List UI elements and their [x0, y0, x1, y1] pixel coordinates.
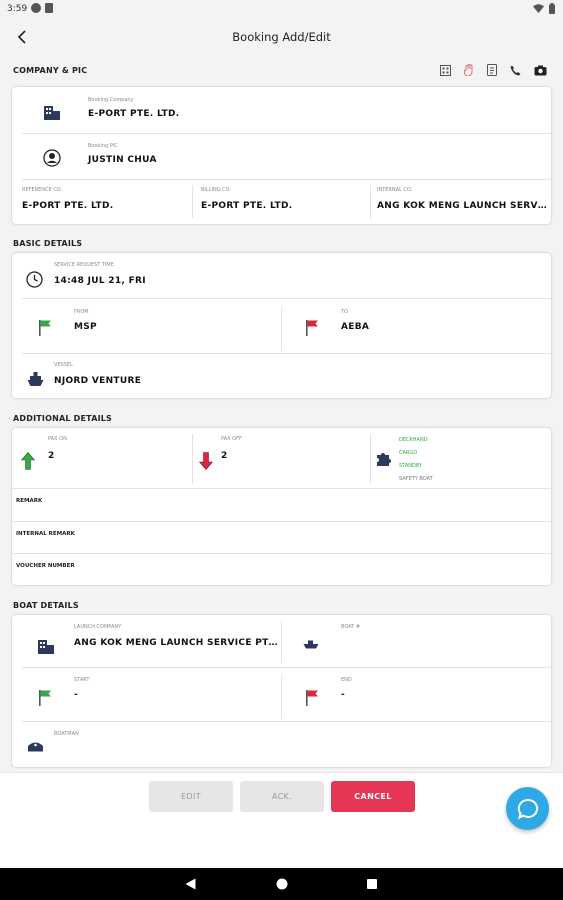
- wifi-icon: [533, 4, 544, 13]
- to-value[interactable]: AEBA: [341, 322, 369, 332]
- company-card: Booking Company E-PORT PTE. LTD. Booking…: [12, 87, 551, 224]
- ship-icon: [27, 372, 44, 386]
- document-icon[interactable]: [487, 64, 497, 76]
- battery-icon: [549, 3, 555, 14]
- reference-co-value[interactable]: E-PORT PTE. LTD.: [22, 201, 113, 211]
- voucher-number-field[interactable]: VOUCHER NUMBER: [16, 563, 75, 569]
- remark-field[interactable]: REMARK: [16, 498, 42, 504]
- launch-company-label: LAUNCH COMPANY: [74, 624, 122, 630]
- launch-company-value[interactable]: ANG KOK MENG LAUNCH SERVICE PTE. LTD.: [74, 638, 281, 648]
- chat-fab[interactable]: [506, 787, 549, 830]
- status-time: 3:59: [7, 4, 28, 14]
- additional-details-card: PAX ON 2 PAX OFF 2 DECKHAND CARGO STANDB…: [12, 428, 551, 585]
- nav-home-icon[interactable]: [276, 878, 288, 890]
- nav-recents-icon[interactable]: [367, 879, 377, 889]
- chat-bubble-icon: [517, 798, 538, 820]
- red-arrow-down-icon: [199, 452, 213, 470]
- service-time-label: SERVICE REQUEST TIME: [54, 262, 114, 268]
- pax-off-value[interactable]: 2: [221, 451, 228, 461]
- green-arrow-up-icon: [21, 452, 35, 470]
- edit-button[interactable]: EDIT: [149, 781, 233, 812]
- service-time-value[interactable]: 14:48 JUL 21, FRI: [54, 276, 146, 286]
- status-bar: 3:59: [0, 0, 563, 20]
- option-standby[interactable]: STANDBY: [399, 463, 422, 469]
- header-toolbar: [440, 63, 547, 77]
- phone-icon[interactable]: [510, 65, 521, 76]
- pax-on-value[interactable]: 2: [48, 451, 55, 461]
- ack-button[interactable]: ACK.: [240, 781, 324, 812]
- building-icon: [38, 640, 54, 654]
- qr-code-icon[interactable]: [440, 64, 451, 76]
- option-deckhand[interactable]: DECKHAND: [399, 437, 428, 443]
- green-flag-icon: [39, 320, 51, 336]
- boat-number-label: BOAT #: [341, 624, 361, 630]
- red-flag-icon: [306, 320, 318, 336]
- to-label: TO: [341, 309, 348, 315]
- notification-icon: [31, 3, 41, 13]
- vessel-label: VESSEL: [54, 362, 73, 368]
- boatman-label: BOATMAN: [54, 731, 79, 737]
- internal-co-value[interactable]: ANG KOK MENG LAUNCH SERVICE PTE. LTD.: [377, 201, 547, 211]
- internal-co-label: INTERNAL CO.: [377, 187, 413, 193]
- pax-off-label: PAX OFF: [221, 436, 242, 442]
- end-label: END: [341, 677, 352, 683]
- nav-back-icon[interactable]: [185, 878, 196, 890]
- billing-co-value[interactable]: E-PORT PTE. LTD.: [201, 201, 292, 211]
- from-label: FROM: [74, 309, 89, 315]
- start-label: START: [74, 677, 90, 683]
- option-cargo[interactable]: CARGO: [399, 450, 417, 456]
- booking-company-value[interactable]: E-PORT PTE. LTD.: [88, 109, 179, 119]
- sim-icon: [45, 3, 53, 13]
- from-value[interactable]: MSP: [74, 322, 97, 332]
- end-value[interactable]: -: [341, 690, 345, 700]
- booking-pic-label: Booking PIC: [88, 143, 118, 149]
- person-icon: [43, 149, 61, 167]
- page-title: Booking Add/Edit: [232, 30, 331, 44]
- company-section-title: COMPANY & PIC: [13, 66, 88, 75]
- additional-section-title: ADDITIONAL DETAILS: [13, 414, 113, 423]
- bottom-action-bar: EDIT ACK. CANCEL: [0, 772, 563, 868]
- boat-section-title: BOAT DETAILS: [13, 601, 79, 610]
- system-navigation-bar: [0, 868, 563, 900]
- clock-icon: [26, 271, 43, 288]
- hand-icon[interactable]: [464, 64, 474, 76]
- basic-section-title: BASIC DETAILS: [13, 239, 83, 248]
- app-bar: Booking Add/Edit: [0, 20, 563, 56]
- basic-details-card: SERVICE REQUEST TIME 14:48 JUL 21, FRI F…: [12, 253, 551, 398]
- camera-icon[interactable]: [534, 65, 547, 76]
- option-safety-boat[interactable]: SAFETY BOAT: [399, 476, 433, 482]
- internal-remark-field[interactable]: INTERNAL REMARK: [16, 531, 75, 537]
- start-value[interactable]: -: [74, 690, 78, 700]
- boat-icon: [303, 640, 319, 649]
- pax-on-label: PAX ON: [48, 436, 67, 442]
- green-flag-icon: [39, 690, 51, 706]
- puzzle-icon: [377, 453, 391, 466]
- red-flag-icon: [306, 690, 318, 706]
- building-icon: [44, 106, 60, 120]
- reference-co-label: REFERENCE CO.: [22, 187, 63, 193]
- captain-hat-icon: [28, 742, 43, 752]
- cancel-button[interactable]: CANCEL: [331, 781, 415, 812]
- billing-co-label: BILLING CO.: [201, 187, 231, 193]
- booking-company-label: Booking Company: [88, 97, 134, 103]
- vessel-value[interactable]: NJORD VENTURE: [54, 376, 141, 386]
- boat-details-card: LAUNCH COMPANY ANG KOK MENG LAUNCH SERVI…: [12, 615, 551, 767]
- booking-pic-value[interactable]: JUSTIN CHUA: [88, 155, 157, 165]
